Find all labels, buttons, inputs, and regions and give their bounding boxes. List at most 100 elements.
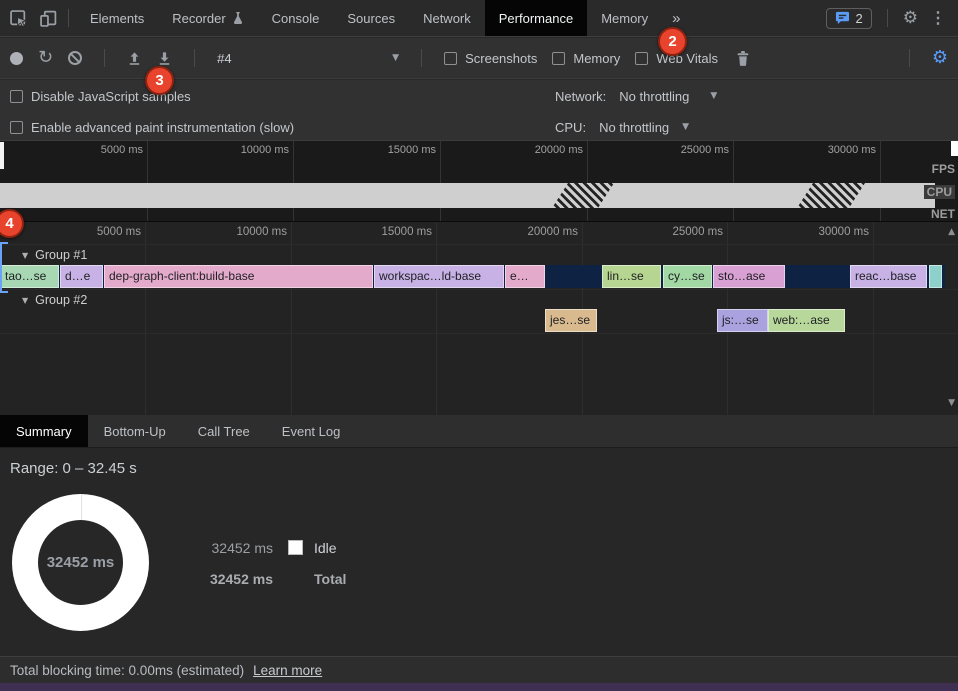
flame-tick-label: 25000 ms — [672, 226, 723, 238]
profile-select[interactable]: #4 ▼ — [217, 51, 399, 66]
legend-label: Total — [314, 571, 346, 587]
flame-bar-tao-se[interactable]: tao…se — [0, 265, 59, 288]
activity-donut-chart: 32452 ms — [12, 494, 149, 631]
paint-instrumentation-label: Enable advanced paint instrumentation (s… — [31, 120, 294, 135]
tab-bottom-up[interactable]: Bottom-Up — [88, 415, 182, 447]
collapse-triangle-icon[interactable]: ▼ — [22, 296, 28, 305]
trash-icon[interactable] — [735, 50, 751, 67]
flame-bar-d-e[interactable]: d…e — [60, 265, 103, 288]
checkbox-disable-js-samples[interactable] — [10, 90, 23, 103]
flame-bar-lin-se[interactable]: lin…se — [602, 265, 661, 288]
overview-left-handle[interactable] — [0, 142, 4, 169]
checkbox-memory[interactable] — [552, 52, 565, 65]
selected-group-bracket — [0, 242, 8, 293]
group-label: Group #1 — [35, 248, 87, 262]
save-profile-icon[interactable] — [157, 51, 172, 66]
device-toolbar-icon[interactable] — [40, 10, 57, 27]
flame-row-divider — [0, 289, 958, 290]
overview-gridline — [733, 141, 734, 221]
devtools-window: Elements Recorder Console SourcesNetworkPer… — [0, 0, 958, 691]
flame-row-divider — [0, 333, 958, 334]
load-profile-icon[interactable] — [127, 51, 142, 66]
tab-network[interactable]: Network — [409, 0, 485, 36]
overview-tick-label: 5000 ms — [101, 144, 143, 156]
flame-bar-js-se[interactable]: js:…se — [717, 309, 768, 332]
overview-tick-label: 10000 ms — [241, 144, 289, 156]
flame-chart[interactable]: ▲ ▼ 5000 ms10000 ms15000 ms20000 ms25000… — [0, 222, 958, 415]
flame-bar-web-ase[interactable]: web:…ase — [768, 309, 845, 332]
tab-elements[interactable]: Elements — [76, 0, 158, 36]
tabbar-divider — [68, 9, 69, 27]
flame-bar-jes-se[interactable]: jes…se — [545, 309, 597, 332]
scroll-up-icon[interactable]: ▲ — [948, 227, 955, 237]
cpu-activity-hatch — [552, 183, 614, 208]
overview-tick-label: 25000 ms — [681, 144, 729, 156]
capture-options-row-1: Disable JavaScript samples Network: No t… — [0, 81, 958, 111]
overview-tick-label: 30000 ms — [828, 144, 876, 156]
fps-track-label: FPS — [932, 162, 955, 176]
flame-bar-reac-base[interactable]: reac…base — [850, 265, 927, 288]
toolbar-divider — [421, 49, 422, 67]
tab-performance[interactable]: Performance — [485, 0, 587, 36]
legend-value: 32452 ms — [188, 540, 273, 556]
experiment-flask-icon — [232, 11, 244, 25]
paint-instrumentation-toggle[interactable]: Enable advanced paint instrumentation (s… — [10, 120, 294, 135]
overview-track[interactable]: FPS CPU NET 5000 ms10000 ms15000 ms20000… — [0, 141, 958, 222]
cpu-activity-hatch — [797, 183, 865, 208]
more-tabs-icon[interactable]: » — [662, 10, 690, 27]
cpu-track-label: CPU — [924, 185, 955, 199]
cpu-throttle-value: No throttling — [599, 120, 669, 135]
flame-bar-cy-se[interactable]: cy…se — [663, 265, 712, 288]
net-track-label: NET — [931, 207, 955, 221]
tab-sources[interactable]: Sources — [333, 0, 409, 36]
toggle-screenshots[interactable]: Screenshots — [444, 51, 537, 66]
tabbar-right-controls: 2 ⚙ ⋮ — [826, 8, 950, 29]
network-throttle-select[interactable]: Network: No throttling ▼ — [555, 81, 717, 111]
cpu-activity-band — [0, 183, 935, 208]
tab-event-log[interactable]: Event Log — [266, 415, 357, 447]
checkbox-paint-instrumentation[interactable] — [10, 121, 23, 134]
scroll-down-icon[interactable]: ▼ — [948, 398, 955, 408]
capture-settings-gear-icon[interactable]: ⚙ — [932, 49, 948, 67]
learn-more-link[interactable]: Learn more — [253, 663, 322, 678]
flame-bar-workspac-ld-base[interactable]: workspac…ld-base — [374, 265, 504, 288]
flame-tick-label: 10000 ms — [236, 226, 287, 238]
menu-dots-icon[interactable]: ⋮ — [926, 8, 950, 28]
collapse-triangle-icon[interactable]: ▼ — [22, 251, 28, 260]
flame-gridline — [145, 222, 146, 415]
network-throttle-label: Network: — [555, 89, 606, 104]
group-header-group-2[interactable]: ▼ Group #2 — [22, 291, 87, 309]
issues-count: 2 — [856, 11, 863, 26]
checkbox-screenshots[interactable] — [444, 52, 457, 65]
flame-bar-sto-ase[interactable]: sto…ase — [713, 265, 785, 288]
tab-console[interactable]: Console — [258, 0, 334, 36]
issues-counter[interactable]: 2 — [826, 8, 872, 29]
checkbox-web-vitals[interactable] — [635, 52, 648, 65]
overview-gridline — [293, 141, 294, 221]
legend-label: Idle — [314, 540, 346, 556]
inspect-element-icon[interactable] — [10, 10, 27, 27]
network-throttle-value: No throttling — [619, 89, 689, 104]
flame-bar-item[interactable] — [929, 265, 942, 288]
toggle-memory[interactable]: Memory — [552, 51, 620, 66]
tab-summary[interactable]: Summary — [0, 415, 88, 447]
tab-call-tree[interactable]: Call Tree — [182, 415, 266, 447]
record-button[interactable] — [10, 52, 23, 65]
group-label: Group #2 — [35, 293, 87, 307]
toolbar-divider — [909, 49, 910, 67]
overview-tick-label: 15000 ms — [388, 144, 436, 156]
tab-memory[interactable]: Memory — [587, 0, 662, 36]
group-header-group-1[interactable]: ▼ Group #1 — [22, 246, 87, 264]
overview-gridline — [440, 141, 441, 221]
settings-gear-icon[interactable]: ⚙ — [903, 10, 918, 27]
clear-icon[interactable] — [68, 51, 82, 65]
tab-label: Console — [272, 11, 320, 26]
overview-right-handle[interactable] — [951, 141, 958, 156]
cpu-throttle-select[interactable]: CPU: No throttling ▼ — [555, 112, 689, 142]
tab-recorder[interactable]: Recorder — [158, 0, 257, 36]
tab-label: Recorder — [172, 11, 225, 26]
reload-and-record-icon[interactable]: ↻ — [38, 49, 53, 67]
summary-legend: 32452 msIdle32452 msTotal — [188, 532, 346, 594]
flame-bar-e[interactable]: e… — [505, 265, 545, 288]
flame-bar-dep-graph-client-build-base[interactable]: dep-graph-client:build-base — [104, 265, 373, 288]
